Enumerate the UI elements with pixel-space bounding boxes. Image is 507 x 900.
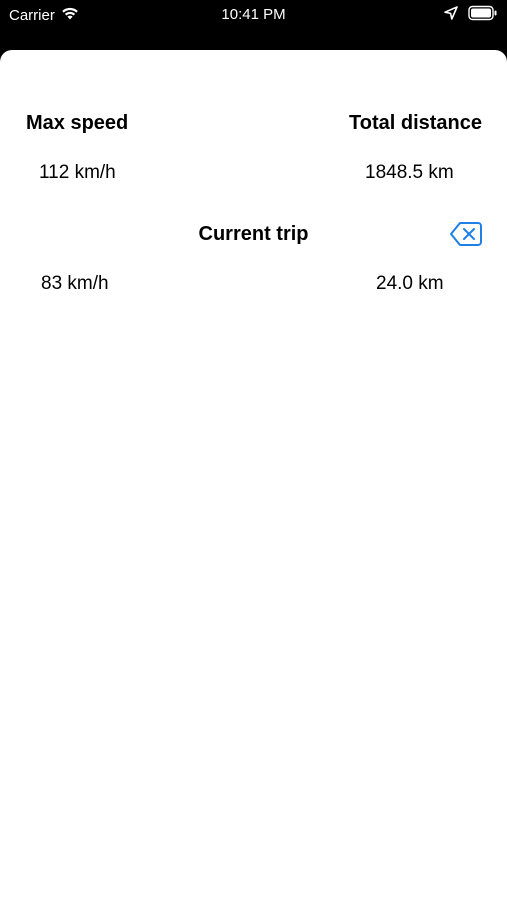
max-speed-value: 112 km/h bbox=[39, 162, 116, 183]
clear-trip-button[interactable] bbox=[449, 221, 483, 247]
location-arrow-icon bbox=[444, 6, 458, 24]
current-trip-label: Current trip bbox=[198, 223, 309, 245]
current-trip-distance: 24.0 km bbox=[376, 273, 444, 294]
total-distance-label: Total distance bbox=[349, 112, 482, 134]
status-right bbox=[444, 5, 498, 25]
app-screen: Carrier 10:41 PM Max speed Total distanc… bbox=[0, 0, 507, 900]
total-distance-value: 1848.5 km bbox=[365, 162, 454, 183]
status-time: 10:41 PM bbox=[221, 6, 286, 23]
delete-left-icon bbox=[449, 222, 483, 251]
current-trip-speed: 83 km/h bbox=[41, 273, 109, 294]
status-bar: Carrier 10:41 PM bbox=[0, 0, 507, 30]
battery-icon bbox=[468, 5, 498, 25]
stats-sheet: Max speed Total distance 112 km/h 1848.5… bbox=[0, 50, 507, 900]
max-speed-label: Max speed bbox=[26, 112, 129, 134]
